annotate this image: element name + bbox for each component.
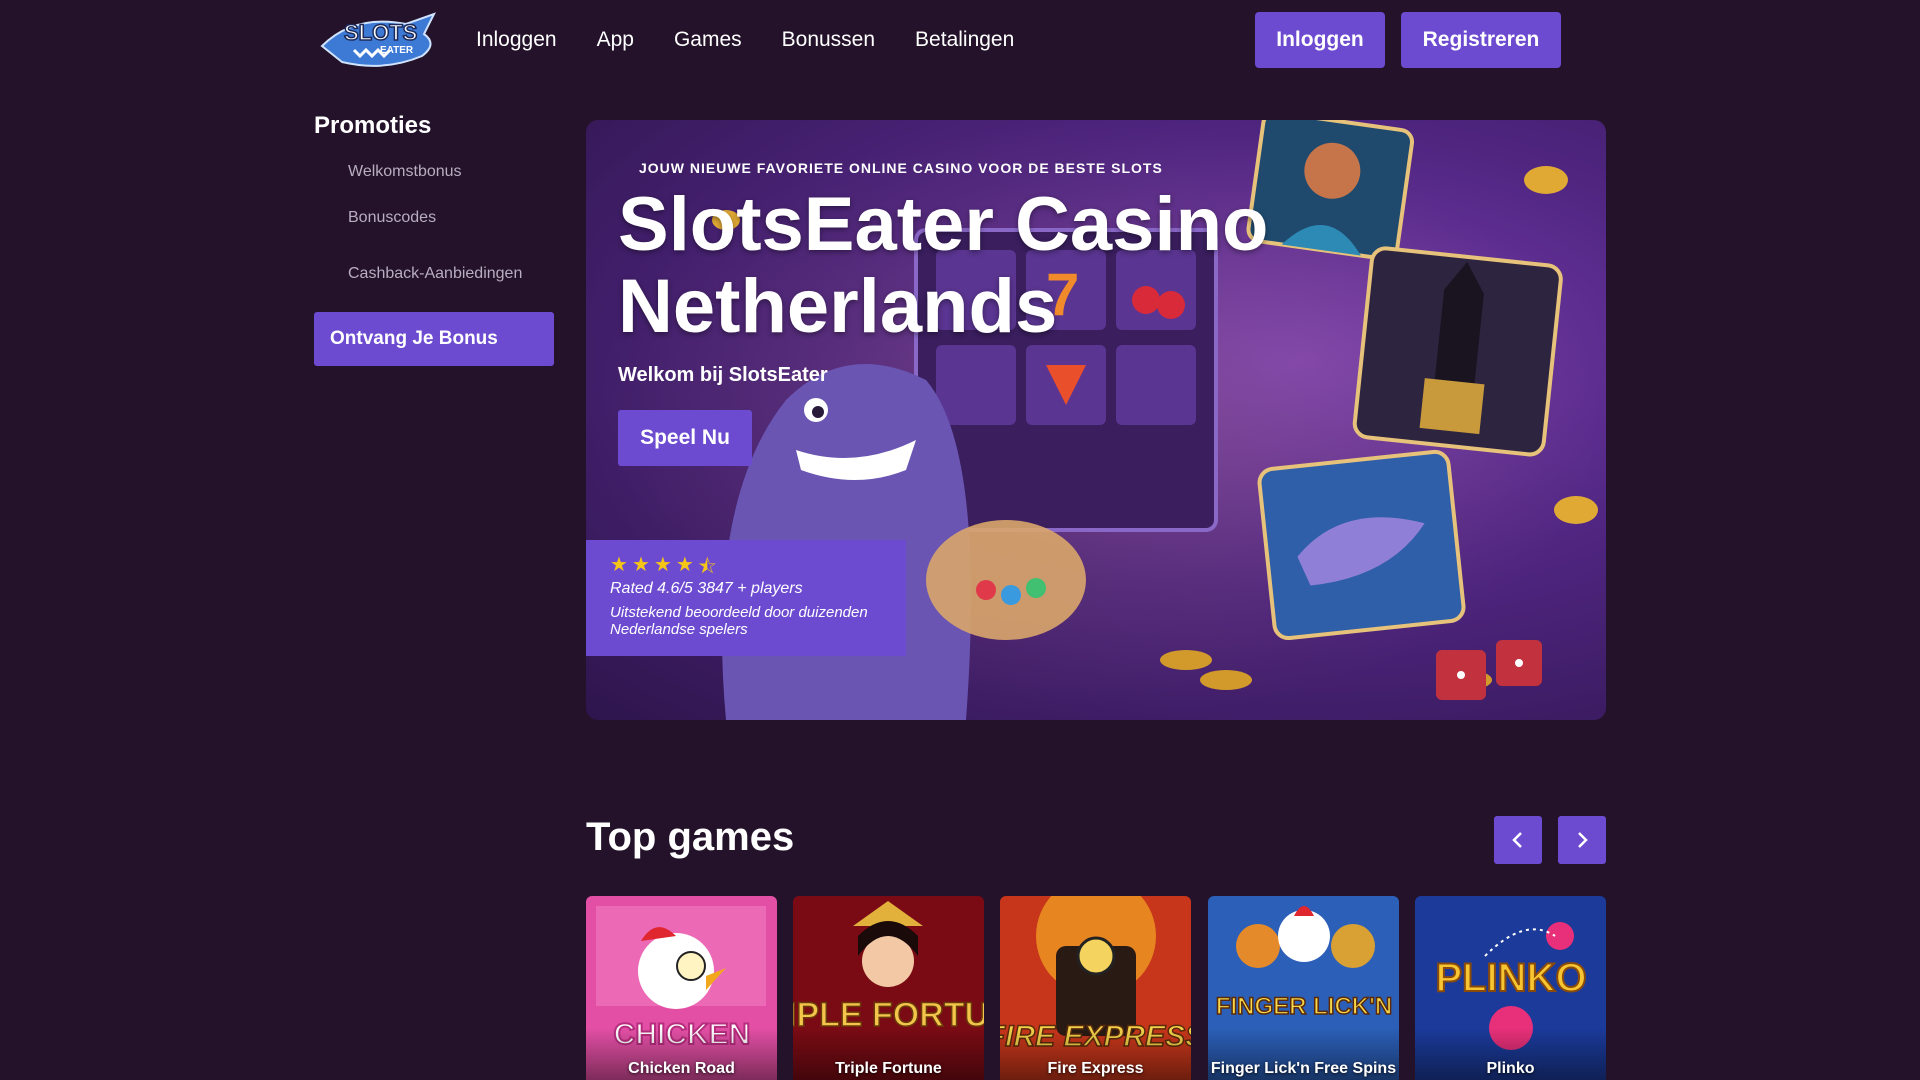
- hero-banner: 7 JOUW NIEUWE FAVORIETE ONLINE CASINO VO…: [586, 120, 1606, 720]
- rating-players-suffix: + players: [737, 580, 803, 597]
- svg-text:EATER: EATER: [380, 45, 414, 56]
- game-title: Chicken Road: [586, 1028, 777, 1080]
- hero-tagline: JOUW NIEUWE FAVORIETE ONLINE CASINO VOOR…: [639, 160, 1163, 176]
- game-title: Finger Lick'n Free Spins: [1208, 1028, 1399, 1080]
- sidebar-item-bonuscodes[interactable]: Bonuscodes: [314, 190, 554, 246]
- sidebar-item-welkomstbonus[interactable]: Welkomstbonus: [314, 154, 554, 190]
- login-button[interactable]: Inloggen: [1255, 12, 1385, 68]
- nav-inloggen[interactable]: Inloggen: [476, 28, 557, 52]
- star-icon: ★: [610, 554, 628, 576]
- svg-text:SLOTS: SLOTS: [344, 20, 417, 45]
- sidebar-title: Promoties: [314, 112, 432, 139]
- game-card-fire-express[interactable]: FIRE EXPRESS Fire Express: [1000, 896, 1191, 1080]
- rating-players: 3847: [697, 580, 733, 597]
- game-title: Triple Fortune: [793, 1028, 984, 1080]
- rating-score: 4.6/5: [657, 580, 693, 597]
- rating-stars: ★ ★ ★ ★ ⯪: [610, 552, 882, 578]
- hero-subtitle: Welkom bij SlotsEater: [618, 364, 828, 386]
- top-games-title: Top games: [586, 815, 795, 859]
- play-now-button[interactable]: Speel Nu: [618, 410, 752, 466]
- rating-box: ★ ★ ★ ★ ⯪ Rated 4.6/5 3847 + players Uit…: [586, 540, 906, 656]
- main-nav: Inloggen App Games Bonussen Betalingen: [476, 0, 1014, 80]
- slotseater-logo[interactable]: SLOTS EATER: [314, 6, 446, 74]
- nav-betalingen[interactable]: Betalingen: [915, 28, 1014, 52]
- rating-description: Uitstekend beoordeeld door duizenden Ned…: [610, 604, 868, 638]
- star-icon: ★: [653, 554, 672, 576]
- star-icon: ★: [675, 554, 694, 576]
- nav-games[interactable]: Games: [674, 28, 742, 52]
- site-header: SLOTS EATER Inloggen App Games Bonussen …: [0, 0, 1920, 80]
- games-prev-button[interactable]: [1494, 816, 1542, 864]
- rating-summary: Rated 4.6/5 3847 + players: [610, 580, 882, 598]
- nav-bonussen[interactable]: Bonussen: [782, 28, 875, 52]
- top-games-row: CHICKEN Chicken Road TRIPLE FORTUNE Trip…: [586, 896, 1606, 1080]
- get-bonus-button[interactable]: Ontvang Je Bonus: [314, 312, 554, 366]
- games-next-button[interactable]: [1558, 816, 1606, 864]
- game-title: Fire Express: [1000, 1028, 1191, 1080]
- game-card-triple-fortune[interactable]: TRIPLE FORTUNE Triple Fortune: [793, 896, 984, 1080]
- half-star-icon: ⯪: [697, 556, 717, 578]
- game-card-chicken-road[interactable]: CHICKEN Chicken Road: [586, 896, 777, 1080]
- game-card-plinko[interactable]: PLINKO Plinko: [1415, 896, 1606, 1080]
- nav-app[interactable]: App: [597, 28, 634, 52]
- rating-label: Rated: [610, 580, 653, 597]
- sidebar-item-cashback[interactable]: Cashback-Aanbiedingen: [314, 246, 554, 302]
- star-icon: ★: [631, 554, 650, 576]
- svg-text:FINGER LICK'N: FINGER LICK'N: [1216, 993, 1392, 1020]
- svg-text:PLINKO: PLINKO: [1435, 956, 1586, 1000]
- register-button[interactable]: Registreren: [1401, 12, 1561, 68]
- game-title: Plinko: [1415, 1028, 1606, 1080]
- chevron-right-icon: [1578, 832, 1588, 848]
- hero-title: SlotsEater Casino Netherlands: [618, 182, 1269, 349]
- chevron-left-icon: [1512, 832, 1522, 848]
- promotions-sidebar: Promoties Welkomstbonus Bonuscodes Cashb…: [314, 112, 554, 366]
- game-card-finger-lickn[interactable]: FINGER LICK'N Finger Lick'n Free Spins: [1208, 896, 1399, 1080]
